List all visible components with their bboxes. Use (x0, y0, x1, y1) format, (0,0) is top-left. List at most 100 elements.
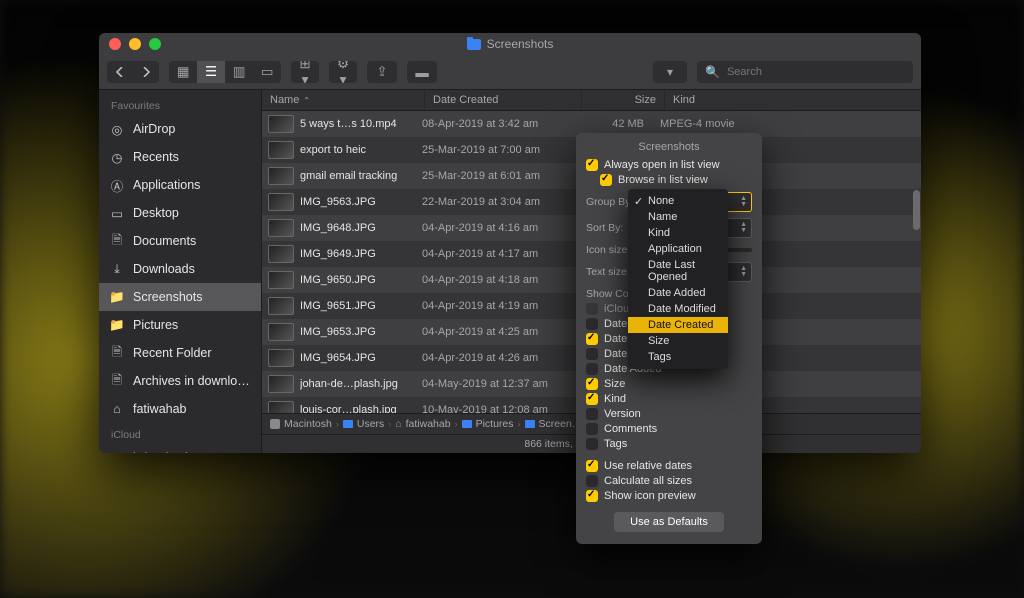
sidebar-item[interactable]: 🗎 Documents (99, 227, 261, 255)
checkbox-icon (586, 318, 598, 330)
always-list-checkbox[interactable]: Always open in list view (586, 159, 752, 171)
sidebar-item[interactable]: ◎AirDrop (99, 115, 261, 143)
menu-item[interactable]: Application (628, 241, 728, 257)
checkbox-icon (600, 174, 612, 186)
doc-icon: 🗎 (109, 373, 125, 389)
option-checkbox[interactable]: Use relative dates (586, 460, 752, 472)
forward-button[interactable] (133, 61, 159, 83)
icon-view-button[interactable]: ▦ (169, 61, 197, 83)
sidebar-item[interactable]: ⌂fatiwahab (99, 395, 261, 423)
breadcrumb[interactable]: Pictures (462, 418, 514, 430)
nav-buttons (107, 61, 159, 83)
scrollbar-thumb[interactable] (913, 190, 920, 230)
column-checkbox[interactable]: Kind (586, 393, 752, 405)
menu-item[interactable]: Kind (628, 225, 728, 241)
column-name[interactable]: Name⌃ (262, 90, 425, 110)
file-name: IMG_9653.JPG (300, 326, 376, 338)
column-checkbox[interactable]: Comments (586, 423, 752, 435)
titlebar[interactable]: Screenshots (99, 33, 921, 55)
menu-item[interactable]: Size (628, 333, 728, 349)
sidebar-item[interactable]: 🗎 Archives in downlo… (99, 367, 261, 395)
sidebar-item-label: Archives in downlo… (133, 374, 250, 388)
file-thumbnail (268, 323, 294, 341)
sidebar-item[interactable]: ⤓Downloads (99, 255, 261, 283)
use-as-defaults-button[interactable]: Use as Defaults (614, 512, 724, 532)
column-kind[interactable]: Kind (665, 90, 921, 110)
sidebar[interactable]: Favourites◎AirDrop◷RecentsⒶApplications▭… (99, 90, 262, 453)
share-button[interactable]: ⇪ (367, 61, 397, 83)
file-thumbnail (268, 297, 294, 315)
breadcrumb[interactable]: ⌂fatiwahab (395, 418, 450, 430)
file-thumbnail (268, 219, 294, 237)
back-button[interactable] (107, 61, 133, 83)
breadcrumb[interactable]: Users (343, 418, 384, 430)
file-thumbnail (268, 193, 294, 211)
file-date: 04-Apr-2019 at 4:25 am (414, 326, 570, 338)
menu-item[interactable]: Tags (628, 349, 728, 365)
action-menu-button[interactable]: ⚙ ▾ (329, 61, 357, 83)
checkbox-icon (586, 363, 598, 375)
sidebar-item-label: Pictures (133, 318, 178, 332)
sidebar-item[interactable]: 🗎 Recent Folder (99, 339, 261, 367)
sidebar-item[interactable]: 📁Pictures (99, 311, 261, 339)
menu-item[interactable]: Date Modified (628, 301, 728, 317)
column-checkbox[interactable]: Size (586, 378, 752, 390)
menu-item[interactable]: Date Created (628, 317, 728, 333)
option-checkbox[interactable]: Show icon preview (586, 490, 752, 502)
chevron-icon: › (336, 419, 339, 429)
file-name: IMG_9563.JPG (300, 196, 376, 208)
icon-size-label: Icon size: (586, 244, 634, 256)
close-button[interactable] (109, 38, 121, 50)
option-checkbox[interactable]: Calculate all sizes (586, 475, 752, 487)
doc-icon: 🗎 (109, 345, 125, 361)
column-checkbox[interactable]: Version (586, 408, 752, 420)
column-checkbox[interactable]: Tags (586, 438, 752, 450)
menu-item[interactable]: None (628, 193, 728, 209)
maximize-button[interactable] (149, 38, 161, 50)
column-size[interactable]: Size (582, 90, 665, 110)
checkbox-icon (586, 378, 598, 390)
browse-list-checkbox[interactable]: Browse in list view (586, 174, 752, 186)
breadcrumb[interactable]: Screen… (525, 418, 583, 430)
file-name: gmail email tracking (300, 170, 397, 182)
menu-item[interactable]: Name (628, 209, 728, 225)
column-view-button[interactable]: ▥ (225, 61, 253, 83)
group-by-label: Group By: (586, 196, 634, 208)
sidebar-item[interactable]: ☁iCloud Drive (99, 444, 261, 453)
arrange-button[interactable]: ⊞ ▾ (291, 61, 319, 83)
file-date: 08-Apr-2019 at 3:42 am (414, 118, 570, 130)
file-thumbnail (268, 245, 294, 263)
search-field[interactable]: 🔍 (697, 61, 913, 83)
checkbox-icon (586, 303, 598, 315)
folder-icon (467, 39, 481, 50)
column-date[interactable]: Date Created (425, 90, 582, 110)
sidebar-item-label: Recent Folder (133, 346, 212, 360)
menu-item[interactable]: Date Last Opened (628, 257, 728, 285)
quick-actions-button[interactable]: ▾ (653, 61, 687, 83)
text-size-label: Text size: (586, 266, 634, 278)
sidebar-item-label: Documents (133, 234, 196, 248)
list-view-button[interactable]: ☰ (197, 61, 225, 83)
menu-item[interactable]: Date Added (628, 285, 728, 301)
search-input[interactable] (725, 65, 905, 79)
checkbox-icon (586, 475, 598, 487)
doc-icon: 🗎 (109, 233, 125, 249)
app-icon: Ⓐ (109, 177, 125, 193)
breadcrumb-label: fatiwahab (406, 418, 451, 430)
gallery-view-button[interactable]: ▭ (253, 61, 281, 83)
file-date: 25-Mar-2019 at 6:01 am (414, 170, 570, 182)
file-date: 22-Mar-2019 at 3:04 am (414, 196, 570, 208)
file-thumbnail (268, 375, 294, 393)
sidebar-item[interactable]: ⒶApplications (99, 171, 261, 199)
sidebar-item[interactable]: ▭Desktop (99, 199, 261, 227)
file-name: louis-cor…plash.jpg (300, 404, 397, 413)
popup-title: Screenshots (586, 141, 752, 153)
file-thumbnail (268, 349, 294, 367)
breadcrumb[interactable]: Macintosh (270, 418, 332, 430)
cloud-icon: ☁ (109, 450, 125, 453)
sidebar-item[interactable]: 📁Screenshots (99, 283, 261, 311)
tags-button[interactable]: ▬ (407, 61, 437, 83)
sidebar-item[interactable]: ◷Recents (99, 143, 261, 171)
checkbox-icon (586, 348, 598, 360)
minimize-button[interactable] (129, 38, 141, 50)
